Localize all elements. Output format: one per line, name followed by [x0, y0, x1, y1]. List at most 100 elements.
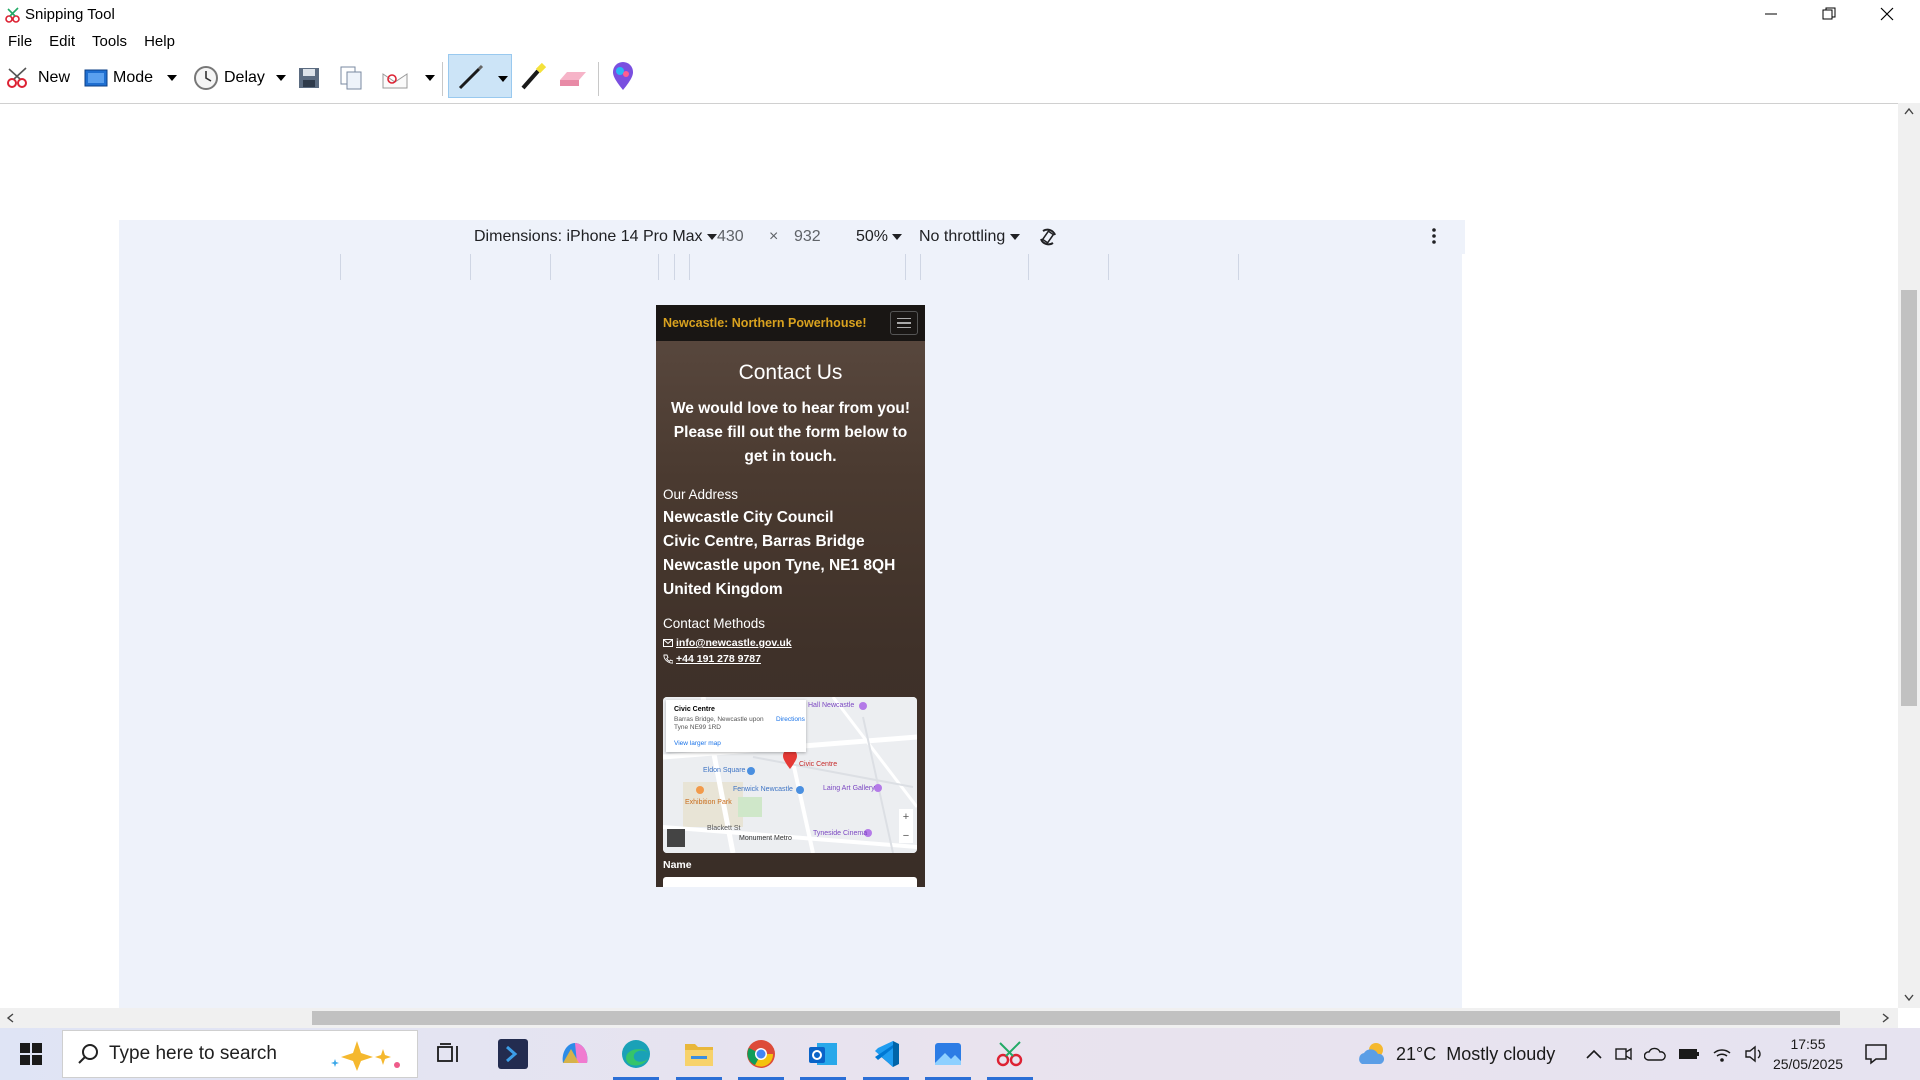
new-button[interactable]: New — [4, 60, 70, 96]
notification-center-button[interactable] — [1864, 1028, 1888, 1080]
close-button[interactable] — [1858, 0, 1916, 28]
powershell-icon — [498, 1039, 528, 1069]
volume-icon[interactable] — [1744, 1045, 1764, 1063]
zoom-select[interactable]: 50% — [856, 228, 903, 246]
weather-temp: 21°C — [1396, 1043, 1437, 1064]
email-link[interactable]: info@newcastle.gov.uk — [663, 635, 925, 651]
map-directions-link[interactable]: Directions — [776, 716, 805, 723]
copilot-icon — [562, 1043, 588, 1063]
menu-file[interactable]: File — [0, 30, 41, 54]
map-place-card: Civic Centre Barras Bridge, Newcastle up… — [666, 700, 806, 752]
width-input[interactable]: 430 — [717, 228, 744, 246]
eraser-button[interactable] — [557, 66, 589, 93]
weather-widget[interactable]: 21°C Mostly cloudy — [1356, 1028, 1555, 1080]
highlighter-button[interactable] — [518, 62, 548, 97]
name-input[interactable] — [663, 877, 917, 887]
taskbar-app-file-explorer[interactable] — [670, 1028, 728, 1080]
window-title: Snipping Tool — [25, 6, 115, 23]
taskbar-app-edge[interactable] — [607, 1028, 665, 1080]
phone-icon — [663, 654, 673, 664]
snipping-tool-icon — [5, 7, 20, 23]
delay-button[interactable]: Delay — [192, 60, 265, 96]
restore-button[interactable] — [1800, 0, 1858, 28]
rotate-button[interactable] — [1037, 226, 1059, 253]
minimize-button[interactable] — [1742, 0, 1800, 28]
pen-dropdown[interactable] — [497, 71, 509, 89]
scroll-left-icon[interactable] — [6, 1013, 14, 1023]
ruler-tick — [689, 254, 690, 280]
media-query-ruler — [119, 254, 1462, 281]
more-vertical-icon — [1432, 228, 1436, 244]
more-options-button[interactable] — [1431, 226, 1437, 251]
menu-help[interactable]: Help — [136, 30, 184, 54]
vertical-scroll-thumb[interactable] — [1901, 290, 1917, 706]
paint3d-button[interactable] — [609, 62, 637, 97]
taskbar-app-photos[interactable] — [919, 1028, 977, 1080]
scroll-right-icon[interactable] — [1882, 1013, 1890, 1023]
ruler-tick — [1238, 254, 1239, 280]
send-dropdown[interactable] — [424, 60, 436, 96]
phone-text: +44 191 278 9787 — [676, 653, 761, 665]
taskbar-app-powershell[interactable] — [484, 1028, 542, 1080]
battery-icon[interactable] — [1678, 1047, 1700, 1061]
taskbar-app-copilot[interactable] — [546, 1028, 604, 1080]
menu-tools[interactable]: Tools — [84, 30, 136, 54]
horizontal-scroll-thumb[interactable] — [312, 1011, 1840, 1025]
map-poi-label: Laing Art Gallery — [823, 785, 875, 792]
site-brand-link[interactable]: Newcastle: Northern Powerhouse! — [663, 316, 890, 330]
map-marker-label: Civic Centre — [799, 761, 838, 768]
pen-button[interactable] — [457, 63, 485, 96]
system-tray — [1586, 1028, 1764, 1080]
show-hidden-icons-chevron-up-icon[interactable] — [1586, 1048, 1602, 1060]
start-button[interactable] — [2, 1028, 60, 1080]
save-icon — [299, 68, 319, 88]
device-dimensions-select[interactable]: Dimensions: iPhone 14 Pro Max — [474, 228, 718, 246]
onedrive-cloud-icon[interactable] — [1644, 1046, 1666, 1062]
mode-dropdown[interactable] — [166, 60, 178, 96]
save-button[interactable] — [297, 60, 321, 96]
chevron-down-icon — [498, 76, 508, 82]
task-view-icon — [437, 1043, 458, 1062]
height-input[interactable]: 932 — [794, 228, 821, 246]
chevron-down-icon — [892, 234, 903, 240]
task-view-button[interactable] — [420, 1028, 478, 1080]
taskbar-app-chrome[interactable] — [732, 1028, 790, 1080]
horizontal-scrollbar[interactable] — [0, 1008, 1898, 1028]
weather-desc: Mostly cloudy — [1446, 1043, 1556, 1064]
phone-viewport: Newcastle: Northern Powerhouse! Contact … — [656, 305, 925, 887]
map-poi-label: Exhibition Park — [685, 799, 732, 806]
vertical-scrollbar[interactable] — [1898, 103, 1920, 1008]
mode-label: Mode — [113, 69, 154, 86]
search-highlight-icon — [331, 1041, 400, 1071]
ruler-tick — [470, 254, 471, 280]
address-heading: Our Address — [663, 487, 739, 502]
taskbar-clock[interactable]: 17:55 25/05/2025 — [1764, 1034, 1852, 1074]
ruler-tick — [550, 254, 551, 280]
meet-now-icon[interactable] — [1614, 1045, 1632, 1063]
toolbar-divider — [442, 62, 443, 96]
copy-button[interactable] — [338, 60, 364, 96]
scroll-up-icon[interactable] — [1904, 107, 1914, 115]
map-poi-label: Monument Metro — [739, 835, 792, 842]
wifi-icon[interactable] — [1712, 1045, 1732, 1063]
send-button[interactable] — [380, 60, 410, 96]
scroll-down-icon[interactable] — [1904, 994, 1914, 1002]
taskbar-search-box[interactable]: Type here to search — [62, 1030, 418, 1078]
embedded-map[interactable]: + − Civic Centre Barras Bridge, Newcastl… — [663, 697, 917, 853]
search-icon — [78, 1044, 98, 1064]
taskbar-app-vscode[interactable] — [857, 1028, 915, 1080]
phone-link[interactable]: +44 191 278 9787 — [663, 651, 925, 667]
toolbar: New Mode Delay — [0, 56, 1920, 102]
delay-dropdown[interactable] — [275, 60, 287, 96]
taskbar-app-snipping-tool[interactable] — [981, 1028, 1039, 1080]
map-view-larger-link[interactable]: View larger map — [674, 740, 721, 747]
chevron-down-icon — [1009, 234, 1020, 240]
site-navbar: Newcastle: Northern Powerhouse! — [656, 305, 925, 341]
throttling-select[interactable]: No throttling — [919, 228, 1020, 246]
taskbar-app-outlook[interactable] — [794, 1028, 852, 1080]
ruler-tick — [658, 254, 659, 280]
mode-button[interactable]: Mode — [83, 60, 153, 96]
edge-icon — [622, 1040, 650, 1068]
hamburger-menu-button[interactable] — [890, 311, 918, 335]
menu-edit[interactable]: Edit — [41, 30, 84, 54]
